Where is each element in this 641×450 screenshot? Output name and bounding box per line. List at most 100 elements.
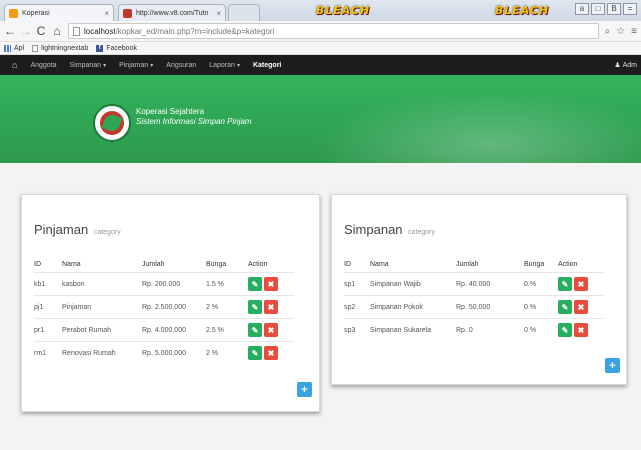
table-row: sp3 Simpanan Sukarela Rp. 0 0 % ✎ ✖	[344, 318, 604, 341]
tab-close-icon[interactable]: ×	[104, 9, 109, 18]
column-header-bunga: Bunga	[524, 261, 545, 268]
nav-item-anggota[interactable]: Anggota	[30, 62, 56, 69]
cell-nama: kasbon	[62, 280, 85, 288]
app-navbar: ⌂ Anggota Simpanan ▾ Pinjaman ▾ Angsuran L…	[0, 55, 641, 75]
close-icon: ✖	[267, 325, 275, 335]
minimize-button[interactable]: □	[591, 3, 605, 15]
address-bar[interactable]: localhost /kopkar_ed/main.php?m=include&…	[68, 23, 599, 39]
table-row: pj1 Pinjaman Rp. 2.500.000 2 % ✎ ✖	[34, 295, 294, 318]
column-header-bunga: Bunga	[206, 261, 227, 268]
new-tab-button[interactable]	[228, 4, 260, 21]
edit-button[interactable]: ✎	[558, 300, 572, 314]
tab-close-icon[interactable]: ×	[216, 9, 221, 18]
caret-down-icon: ▾	[103, 62, 107, 69]
column-header-jumlah: Jumlah	[456, 261, 479, 268]
page-icon	[73, 26, 80, 36]
delete-button[interactable]: ✖	[574, 277, 588, 291]
delete-button[interactable]: ✖	[574, 323, 588, 337]
apps-grid-icon	[4, 44, 11, 52]
panel-title-subtext: category	[93, 229, 121, 236]
edit-button[interactable]: ✎	[558, 277, 572, 291]
bookmark-star-icon[interactable]: ☆	[616, 26, 625, 37]
nav-label: Simpanan	[69, 61, 102, 69]
home-icon[interactable]: ⌂	[52, 25, 62, 37]
column-header-nama: Nama	[62, 261, 81, 268]
cell-bunga: 2 %	[206, 303, 219, 311]
delete-button[interactable]: ✖	[264, 277, 278, 291]
table-header-row: ID Nama Jumlah Bunga Action	[34, 257, 294, 272]
panel-title: Pinjaman category	[34, 222, 121, 237]
nav-item-angsuran[interactable]: Angsuran	[166, 62, 196, 69]
cell-nama: Pinjaman	[62, 303, 92, 311]
add-pinjaman-button[interactable]: +	[297, 382, 312, 397]
column-header-jumlah: Jumlah	[142, 261, 165, 268]
nav-item-pinjaman[interactable]: Pinjaman ▾	[119, 62, 153, 69]
close-icon: ✖	[267, 302, 275, 312]
user-label: Adm	[622, 61, 637, 69]
forward-arrow-icon[interactable]: →	[20, 25, 32, 37]
nav-item-laporan[interactable]: Laporan ▾	[209, 62, 240, 69]
bookmark-label: lightningnextab	[41, 44, 89, 52]
zoom-icon[interactable]: ⌕	[605, 26, 611, 37]
cell-bunga: 0 %	[524, 326, 537, 334]
user-menu[interactable]: ♟ Adm	[614, 61, 637, 70]
nav-item-kategori[interactable]: Kategori	[253, 62, 281, 69]
bookmark-facebook[interactable]: f Facebook	[96, 44, 137, 52]
edit-button[interactable]: ✎	[558, 323, 572, 337]
bookmark-lightningnextab[interactable]: lightningnextab	[32, 44, 89, 52]
nav-label: Laporan	[209, 61, 235, 69]
browser-toolbar: ← → C ⌂ localhost /kopkar_ed/main.php?m=…	[0, 21, 641, 42]
back-arrow-icon[interactable]: ←	[4, 25, 16, 37]
close-window-button[interactable]: =	[623, 3, 637, 15]
close-icon: ✖	[577, 325, 585, 335]
tab-title: http://www.v8.com/Tutn	[136, 9, 209, 17]
cell-id: sp2	[344, 303, 356, 311]
menu-icon[interactable]: ≡	[631, 26, 637, 37]
nav-item-simpanan[interactable]: Simpanan ▾	[70, 62, 107, 69]
cell-bunga: 0 %	[524, 280, 537, 288]
url-host: localhost	[84, 26, 116, 36]
edit-button[interactable]: ✎	[248, 300, 262, 314]
facebook-icon: f	[96, 44, 104, 52]
panel-title: Simpanan category	[344, 222, 435, 237]
cell-jumlah: Rp. 0	[456, 326, 473, 334]
table-row: sp1 Simpanan Wajib Rp. 40.000 0 % ✎ ✖	[344, 272, 604, 295]
cell-nama: Simpanan Wajib	[370, 280, 421, 288]
caret-down-icon: ▾	[150, 62, 154, 69]
edit-button[interactable]: ✎	[248, 277, 262, 291]
cell-jumlah: Rp. 200.000	[142, 280, 181, 288]
page-favicon-icon	[9, 8, 18, 18]
plus-icon: +	[609, 359, 616, 372]
delete-button[interactable]: ✖	[264, 323, 278, 337]
theme-banner-logo: BLEACH	[315, 4, 371, 17]
reload-icon[interactable]: C	[36, 25, 46, 37]
browser-tab-koperasi[interactable]: Koperasi ×	[4, 4, 114, 21]
delete-button[interactable]: ✖	[264, 300, 278, 314]
add-simpanan-button[interactable]: +	[605, 358, 620, 373]
delete-button[interactable]: ✖	[264, 346, 278, 360]
simpanan-table: ID Nama Jumlah Bunga Action sp1 Simpanan…	[344, 257, 604, 341]
home-icon[interactable]: ⌂	[12, 60, 17, 70]
toolbar-icons: ⌕ ☆ ≡	[605, 26, 637, 37]
cell-nama: Perabot Rumah	[62, 326, 112, 334]
row-actions: ✎ ✖	[558, 296, 588, 318]
window-controls: a □ B =	[575, 3, 637, 15]
url-path: /kopkar_ed/main.php?m=include&p=kategori	[115, 26, 275, 36]
cell-id: pr1	[34, 326, 45, 334]
restore-button[interactable]: B	[607, 3, 621, 15]
browser-tab-second[interactable]: http://www.v8.com/Tutn ×	[118, 4, 226, 21]
delete-button[interactable]: ✖	[574, 300, 588, 314]
pencil-icon: ✎	[561, 302, 569, 312]
edit-button[interactable]: ✎	[248, 346, 262, 360]
column-header-id: ID	[344, 261, 351, 268]
edit-button[interactable]: ✎	[248, 323, 262, 337]
plus-icon: +	[301, 383, 308, 396]
row-actions: ✎ ✖	[248, 273, 278, 295]
close-icon: ✖	[577, 302, 585, 312]
user-profile-button[interactable]: a	[575, 3, 589, 15]
theme-banner-logo: BLEACH	[494, 4, 550, 17]
cell-bunga: 1.5 %	[206, 280, 224, 288]
bookmark-apps[interactable]: Apl	[4, 44, 24, 52]
column-header-nama: Nama	[370, 261, 389, 268]
cell-id: pj1	[34, 303, 44, 311]
